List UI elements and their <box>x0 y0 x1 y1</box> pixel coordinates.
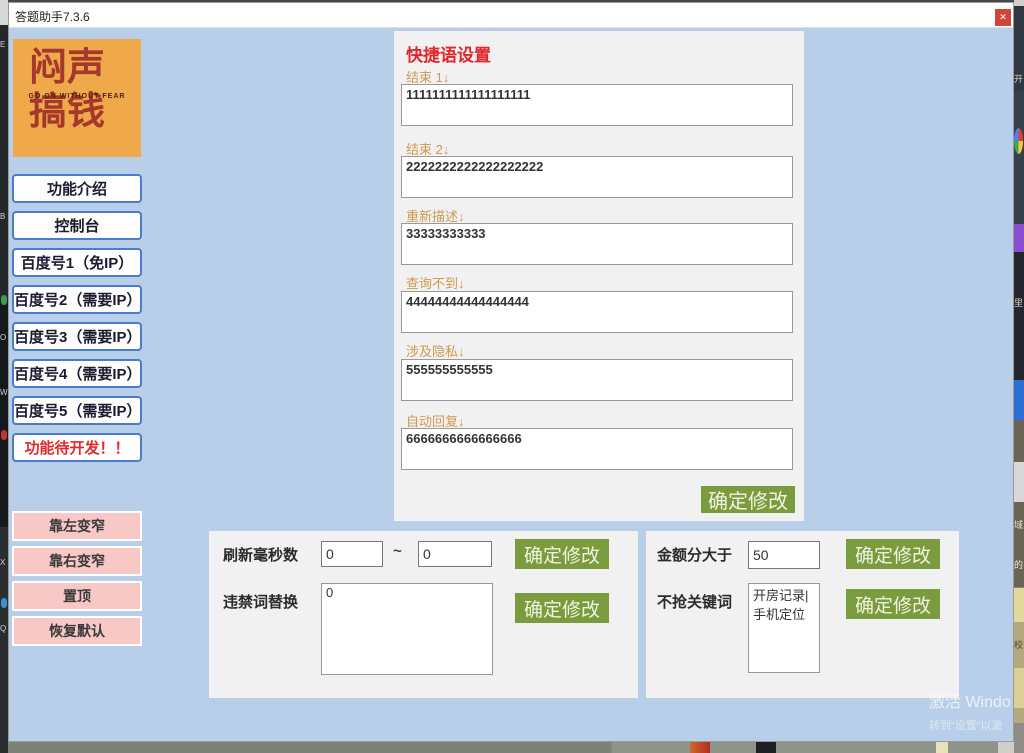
sidebar-item-feature-intro[interactable]: 功能介绍 <box>12 174 142 203</box>
banned-confirm-button[interactable]: 确定修改 <box>515 593 609 623</box>
sidebar-item-baidu3[interactable]: 百度号3（需要IP） <box>12 322 142 351</box>
desktop-fragment: 域 <box>1014 518 1024 531</box>
desktop-icon-fragment <box>998 742 1014 753</box>
desktop-fragment: O <box>0 333 8 342</box>
desktop-fragment: 开 <box>1014 72 1024 85</box>
amount-confirm-button[interactable]: 确定修改 <box>846 539 940 569</box>
close-icon: ✕ <box>999 13 1007 22</box>
privacy-textarea[interactable]: 555555555555 <box>401 359 793 401</box>
sidebar-item-in-development[interactable]: 功能待开发！！ <box>12 433 142 462</box>
refresh-ms-label: 刷新毫秒数 <box>223 544 298 565</box>
desktop-bottom-strip <box>8 742 1014 753</box>
not-found-textarea[interactable]: 44444444444444444 <box>401 291 793 333</box>
desktop-fragment: E <box>0 40 8 49</box>
grab-settings-panel: 金额分大于 确定修改 不抢关键词 开房记录| 手机定位 确定修改 <box>646 531 959 698</box>
amount-label: 金额分大于 <box>657 544 732 565</box>
desktop-icon-fragment <box>756 742 776 753</box>
tilde-separator: ~ <box>393 543 402 560</box>
keywords-confirm-button[interactable]: 确定修改 <box>846 589 940 619</box>
narrow-right-button[interactable]: 靠右变窄 <box>12 546 142 576</box>
desktop-icon-fragment <box>1 598 7 608</box>
banned-words-textarea[interactable]: 0 <box>321 583 493 675</box>
refresh-max-input[interactable] <box>418 541 492 567</box>
end2-textarea[interactable]: 2222222222222222222 <box>401 156 793 198</box>
window-client-area: 闷声 搞钱 GO ON WITHOUT FEAR 功能介绍 控制台 百度号1（免… <box>9 28 1013 741</box>
desktop-icon-fragment <box>1014 462 1024 502</box>
desktop-fragment: W <box>0 388 8 397</box>
restore-default-button[interactable]: 恢复默认 <box>12 616 142 646</box>
desktop-right-strip: 开 里 域 的 校 <box>1014 0 1024 753</box>
desktop-icon-fragment <box>1014 380 1024 420</box>
watermark-line2: 转到“设置”以激 <box>929 717 1019 733</box>
logo-text-top: 闷声 <box>13 45 141 89</box>
quick-phrases-title: 快捷语设置 <box>406 41 491 66</box>
watermark-line1: 激活 Windo <box>929 688 1019 712</box>
desktop-icon-fragment <box>690 742 710 753</box>
refresh-settings-panel: 刷新毫秒数 ~ 确定修改 违禁词替换 0 确定修改 <box>209 531 638 698</box>
desktop-icon-fragment <box>1 430 7 440</box>
narrow-left-button[interactable]: 靠左变窄 <box>12 511 142 541</box>
sidebar-item-baidu2[interactable]: 百度号2（需要IP） <box>12 285 142 314</box>
auto-reply-textarea[interactable]: 6666666666666666 <box>401 428 793 470</box>
app-window: 答题助手7.3.6 ✕ 闷声 搞钱 GO ON WITHOUT FEAR 功能介… <box>8 2 1014 742</box>
windows-activation-watermark: 激活 Windo 转到“设置”以激 <box>929 688 1019 733</box>
desktop-fragment: B <box>0 212 8 221</box>
amount-input[interactable] <box>748 541 820 569</box>
sidebar-item-baidu4[interactable]: 百度号4（需要IP） <box>12 359 142 388</box>
app-logo: 闷声 搞钱 GO ON WITHOUT FEAR <box>13 39 141 157</box>
sidebar-item-baidu5[interactable]: 百度号5（需要IP） <box>12 396 142 425</box>
desktop-icon-fragment <box>1014 224 1024 252</box>
titlebar: 答题助手7.3.6 ✕ <box>9 3 1013 28</box>
redescribe-textarea[interactable]: 33333333333 <box>401 223 793 265</box>
desktop-fragment: 校 <box>1014 638 1024 651</box>
logo-subtitle: GO ON WITHOUT FEAR <box>13 93 141 100</box>
refresh-min-input[interactable] <box>321 541 383 567</box>
refresh-confirm-button[interactable]: 确定修改 <box>515 539 609 569</box>
quick-confirm-button[interactable]: 确定修改 <box>701 486 795 513</box>
desktop-icon-fragment <box>936 742 948 753</box>
desktop-fragment: 里 <box>1014 296 1024 309</box>
sidebar-item-baidu1[interactable]: 百度号1（免IP） <box>12 248 142 277</box>
close-button[interactable]: ✕ <box>995 9 1011 26</box>
sidebar-item-console[interactable]: 控制台 <box>12 211 142 240</box>
desktop-left-strip: E B O W X Q <box>0 0 8 753</box>
desktop-fragment: Q <box>0 624 8 633</box>
window-title: 答题助手7.3.6 <box>15 8 90 25</box>
field-label-not-found: 查询不到↓ <box>406 273 465 292</box>
desktop-fragment: 的 <box>1014 558 1024 571</box>
desktop-icon-fragment <box>1014 128 1023 154</box>
pin-top-button[interactable]: 置顶 <box>12 581 142 611</box>
field-label-privacy: 涉及隐私↓ <box>406 341 465 360</box>
keywords-textarea[interactable]: 开房记录| 手机定位 <box>748 583 820 673</box>
desktop-icon-fragment <box>1014 588 1024 622</box>
quick-phrases-panel: 快捷语设置 结束 1↓ 1111111111111111111 结束 2↓ 22… <box>394 31 804 521</box>
keywords-label: 不抢关键词 <box>657 591 732 612</box>
desktop-icon-fragment <box>1 295 7 305</box>
end1-textarea[interactable]: 1111111111111111111 <box>401 84 793 126</box>
desktop-fragment: X <box>0 558 8 567</box>
banned-words-label: 违禁词替换 <box>223 591 298 612</box>
